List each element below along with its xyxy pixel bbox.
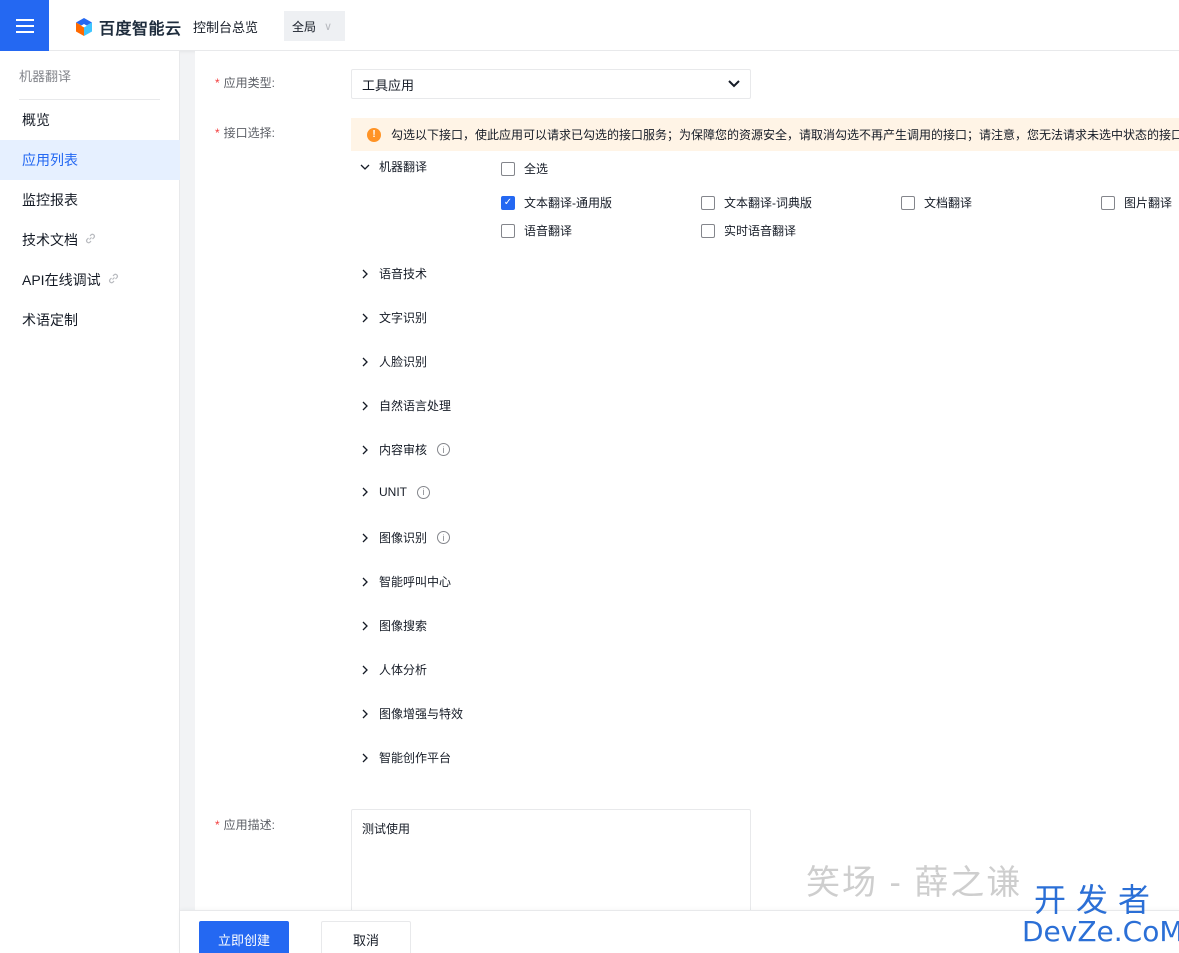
notice-banner: ! 勾选以下接口，使此应用可以请求已勾选的接口服务；为保障您的资源安全，请取消勾… — [351, 118, 1179, 151]
app-type-select[interactable]: 工具应用 — [351, 69, 751, 99]
api-group-label: 图像增强与特效 — [379, 707, 464, 721]
chevron-down-icon — [728, 80, 740, 88]
api-checkbox[interactable]: 图片翻译 — [1101, 194, 1172, 211]
api-group-row[interactable]: 文字识别 — [359, 309, 427, 326]
api-checkbox[interactable]: ✓ 文本翻译-通用版 — [501, 194, 612, 211]
api-group-label: 图像识别 — [379, 531, 428, 545]
create-button[interactable]: 立即创建 — [199, 921, 289, 953]
chevron-right-icon — [362, 357, 368, 366]
info-icon[interactable]: i — [437, 531, 451, 544]
sidebar-item-monitor-report[interactable]: 监控报表 — [0, 180, 180, 220]
desc-label: * 应用描述: — [215, 818, 276, 832]
link-icon — [84, 232, 97, 248]
app-type-label: * 应用类型: — [215, 76, 276, 90]
api-group-label: 内容审核 — [379, 443, 428, 457]
api-group-row[interactable]: 图像搜索 — [359, 617, 427, 634]
sidebar-item-label: 应用列表 — [22, 152, 78, 168]
notice-text: 勾选以下接口，使此应用可以请求已勾选的接口服务；为保障您的资源安全，请取消勾选不… — [391, 128, 1179, 142]
info-icon[interactable]: i — [437, 443, 451, 456]
api-checkbox[interactable]: 语音翻译 — [501, 222, 572, 239]
api-checkbox[interactable]: 实时语音翻译 — [701, 222, 796, 239]
brand-name: 百度智能云 — [99, 21, 182, 38]
api-checkbox[interactable]: 文本翻译-词典版 — [701, 194, 812, 211]
chevron-right-icon — [362, 533, 368, 542]
baidu-cloud-logo-icon — [76, 18, 92, 36]
chevron-right-icon — [362, 577, 368, 586]
region-value: 全局 — [292, 19, 317, 34]
chevron-right-icon — [362, 269, 368, 278]
sidebar-item-label: 监控报表 — [22, 192, 78, 208]
api-group-row[interactable]: 智能创作平台 — [359, 749, 451, 766]
brand-logo[interactable]: 百度智能云 — [74, 15, 182, 39]
api-group-row[interactable]: 内容审核 i — [359, 441, 451, 458]
app-description-textarea[interactable]: 测试使用 — [351, 809, 751, 910]
chevron-right-icon — [362, 401, 368, 410]
info-icon[interactable]: i — [417, 485, 430, 499]
api-group-label: UNIT — [379, 485, 407, 499]
checkbox-box — [1101, 195, 1115, 210]
watermark-site: 开发者 DevZe.CoM — [1022, 882, 1179, 948]
api-group-row[interactable]: 图像识别 i — [359, 529, 451, 546]
cancel-button[interactable]: 取消 — [321, 921, 411, 953]
warning-icon: ! — [367, 127, 381, 142]
top-bar: 百度智能云 控制台总览 全局 ∨ — [0, 0, 1179, 51]
sidebar-item-tech-docs[interactable]: 技术文档 — [0, 220, 180, 260]
api-group-row[interactable]: 图像增强与特效 — [359, 705, 463, 722]
api-group-row[interactable]: UNIT i — [359, 485, 430, 499]
checkbox-box — [501, 161, 515, 176]
hamburger-icon — [15, 18, 34, 33]
chevron-right-icon — [362, 665, 368, 674]
api-group-label: 人体分析 — [379, 663, 428, 677]
chevron-right-icon — [362, 445, 368, 454]
sidebar-item-app-list[interactable]: 应用列表 — [0, 140, 180, 180]
api-group-row[interactable]: 语音技术 — [359, 265, 427, 282]
region-select[interactable]: 全局 ∨ — [284, 11, 345, 41]
api-group-label: 智能创作平台 — [379, 751, 452, 765]
select-all-checkbox[interactable]: 全选 — [501, 160, 548, 177]
sidebar-item-label: API在线调试 — [22, 272, 101, 288]
api-group-label: 自然语言处理 — [379, 399, 452, 413]
api-group-row[interactable]: 智能呼叫中心 — [359, 573, 451, 590]
console-overview-link[interactable]: 控制台总览 — [193, 17, 258, 36]
sidebar-item-api-debug[interactable]: API在线调试 — [0, 260, 180, 300]
chevron-right-icon — [362, 487, 368, 497]
api-group-label: 智能呼叫中心 — [379, 575, 452, 589]
menu-button[interactable] — [0, 0, 49, 51]
sidebar-item-label: 术语定制 — [22, 312, 78, 328]
checkbox-box — [501, 223, 515, 238]
chevron-right-icon — [362, 621, 368, 630]
api-group-label: 人脸识别 — [379, 355, 428, 369]
watermark-author: 笑场 - 薛之谦 — [806, 864, 1023, 902]
chevron-down-icon: ∨ — [324, 20, 333, 33]
api-group-label: 文字识别 — [379, 311, 428, 325]
api-group-row[interactable]: 人脸识别 — [359, 353, 427, 370]
sidebar-item-overview[interactable]: 概览 — [0, 100, 180, 140]
api-checkbox[interactable]: 文档翻译 — [901, 194, 972, 211]
sidebar-item-label: 技术文档 — [22, 232, 78, 248]
checkbox-box — [701, 223, 715, 238]
sidebar-item-label: 概览 — [22, 112, 50, 128]
checkbox-box — [701, 195, 715, 210]
checkbox-checked-icon: ✓ — [501, 195, 515, 210]
sidebar-item-term-custom[interactable]: 术语定制 — [0, 300, 180, 340]
sidebar-title: 机器翻译 — [19, 69, 72, 84]
api-group-row[interactable]: 人体分析 — [359, 661, 427, 678]
chevron-right-icon — [362, 313, 368, 322]
link-icon — [107, 272, 120, 288]
checkbox-box — [901, 195, 915, 210]
sidebar: 机器翻译 概览应用列表监控报表技术文档 API在线调试 术语定制 — [0, 51, 180, 953]
chevron-down-icon — [360, 164, 370, 170]
main-content: * 应用类型: 工具应用 * 接口选择: ! 勾选以下接口，使此应用可以请求已勾选的… — [195, 51, 1179, 910]
api-group-row[interactable]: 自然语言处理 — [359, 397, 451, 414]
api-group-label: 图像搜索 — [379, 619, 428, 633]
api-group-machine-translation[interactable]: 机器翻译 — [359, 158, 427, 175]
interface-label: * 接口选择: — [215, 126, 276, 140]
api-group-label: 语音技术 — [379, 267, 428, 281]
chevron-right-icon — [362, 709, 368, 718]
app-type-value: 工具应用 — [362, 77, 415, 93]
chevron-right-icon — [362, 753, 368, 762]
